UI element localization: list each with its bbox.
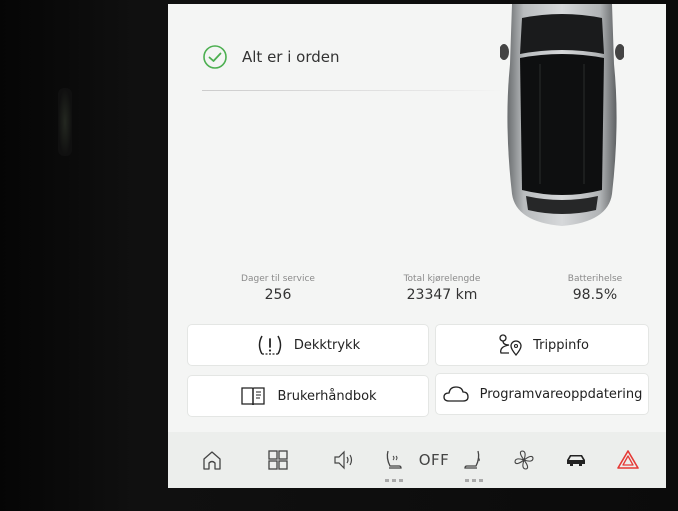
taskbar-volume[interactable] bbox=[326, 442, 362, 478]
taskbar-car[interactable] bbox=[558, 442, 594, 478]
battery-value: 98.5% bbox=[572, 287, 618, 303]
home-icon bbox=[203, 451, 221, 470]
check-circle-icon bbox=[203, 45, 227, 69]
status-panel: Alt er i orden Dager til service 256 Tot… bbox=[168, 4, 666, 432]
climate-off-label: OFF bbox=[418, 451, 450, 469]
taskbar-home[interactable] bbox=[194, 442, 230, 478]
seat-heat-icon bbox=[386, 450, 402, 469]
odometer-label: Total kjørelengde bbox=[403, 274, 481, 284]
status-message: Alt er i orden bbox=[242, 48, 340, 66]
tire-pressure-warning-icon bbox=[258, 335, 282, 355]
odometer-stat: Total kjørelengde 23347 km bbox=[394, 274, 490, 303]
service-label: Dager til service bbox=[241, 274, 315, 284]
manual-button[interactable]: Brukerhåndbok bbox=[188, 376, 428, 416]
route-icon bbox=[499, 334, 522, 357]
bezel-reflection bbox=[58, 88, 72, 156]
trip-info-button[interactable]: Trippinfo bbox=[436, 325, 648, 365]
taskbar-seat-heat-driver[interactable] bbox=[376, 442, 412, 482]
book-icon bbox=[241, 387, 266, 406]
speaker-icon bbox=[334, 450, 353, 470]
bottom-taskbar: OFF bbox=[168, 432, 666, 488]
taskbar-seat-heat-passenger[interactable] bbox=[456, 442, 492, 482]
battery-stat: Batterihelse 98.5% bbox=[560, 274, 630, 303]
software-update-label: Programvareoppdatering bbox=[479, 386, 643, 402]
seat-heat-passenger-level bbox=[465, 479, 483, 482]
cloud-icon bbox=[442, 386, 469, 402]
status-row: Alt er i orden bbox=[202, 42, 340, 72]
seat-icon bbox=[464, 450, 480, 469]
car-status-screen: Alt er i orden Dager til service 256 Tot… bbox=[168, 4, 666, 488]
car-top-view[interactable] bbox=[500, 4, 624, 234]
odometer-value: 23347 km bbox=[406, 287, 478, 303]
car-icon bbox=[567, 455, 585, 466]
battery-label: Batterihelse bbox=[567, 274, 623, 284]
service-value: 256 bbox=[264, 287, 292, 303]
trip-info-label: Trippinfo bbox=[533, 337, 589, 353]
hazard-triangle-icon bbox=[617, 450, 639, 469]
tire-pressure-button[interactable]: Dekktrykk bbox=[188, 325, 428, 365]
manual-label: Brukerhåndbok bbox=[277, 388, 377, 404]
fan-icon bbox=[514, 450, 534, 470]
taskbar-apps[interactable] bbox=[260, 442, 296, 478]
software-update-button[interactable]: Programvareoppdatering bbox=[436, 374, 648, 414]
app-grid-icon bbox=[268, 450, 288, 470]
tire-pressure-label: Dekktrykk bbox=[293, 337, 361, 353]
taskbar-hazard[interactable] bbox=[610, 442, 646, 478]
seat-heat-driver-level bbox=[385, 479, 403, 482]
taskbar-climate[interactable]: OFF bbox=[414, 442, 454, 478]
status-divider bbox=[202, 90, 502, 91]
taskbar-fan[interactable] bbox=[506, 442, 542, 478]
service-stat: Dager til service 256 bbox=[232, 274, 324, 303]
